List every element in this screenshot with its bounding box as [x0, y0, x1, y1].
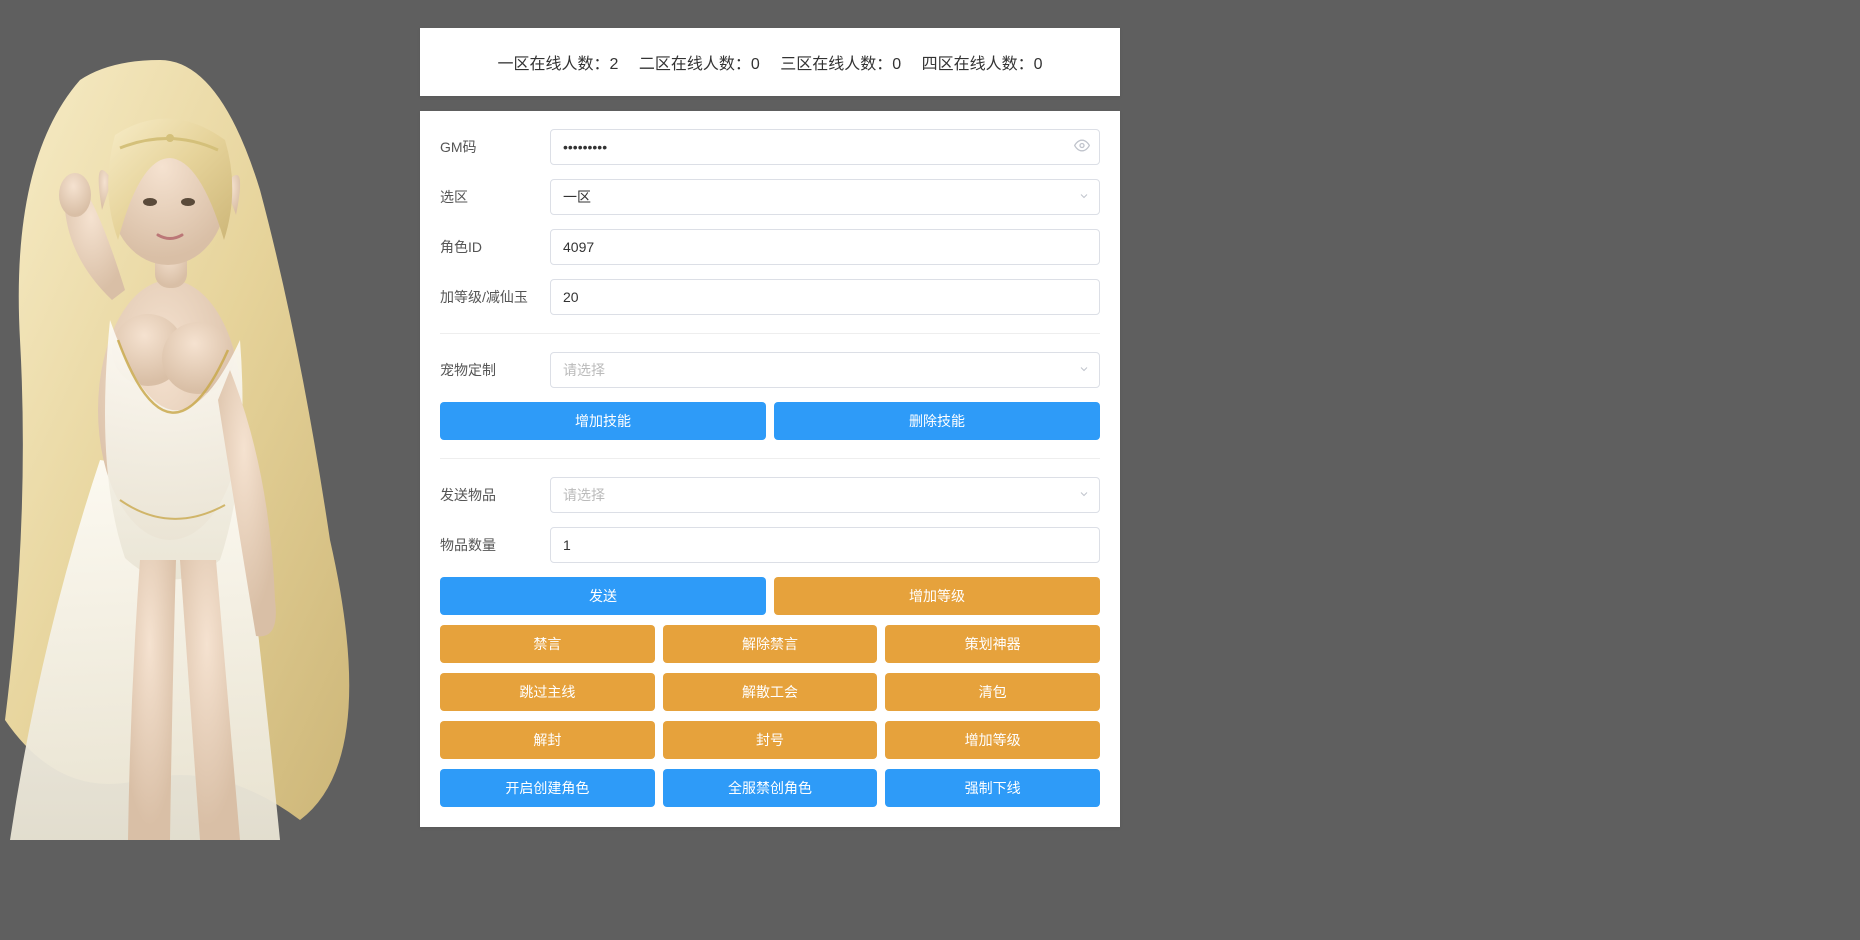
unmute-button[interactable]: 解除禁言 [663, 625, 878, 663]
item-count-input[interactable] [550, 527, 1100, 563]
open-create-role-button[interactable]: 开启创建角色 [440, 769, 655, 807]
item-count-label: 物品数量 [440, 535, 550, 555]
role-id-label: 角色ID [440, 237, 550, 257]
divider [440, 458, 1100, 459]
gm-code-label: GM码 [440, 137, 550, 157]
background-character-image [0, 40, 400, 860]
server-ban-create-button[interactable]: 全服禁创角色 [663, 769, 878, 807]
delete-skill-button[interactable]: 删除技能 [774, 402, 1100, 440]
level-label: 加等级/减仙玉 [440, 287, 550, 307]
role-id-input[interactable] [550, 229, 1100, 265]
add-level2-button[interactable]: 增加等级 [885, 721, 1100, 759]
eye-icon[interactable] [1074, 138, 1090, 157]
pet-select[interactable]: 请选择 [550, 352, 1100, 388]
add-skill-button[interactable]: 增加技能 [440, 402, 766, 440]
zone-select-label: 选区 [440, 187, 550, 207]
zone-select[interactable]: 一区 [550, 179, 1100, 215]
form-panel: GM码 选区 一区 角色ID 加等级/减仙玉 [420, 111, 1120, 827]
plan-artifact-button[interactable]: 策划神器 [885, 625, 1100, 663]
send-item-label: 发送物品 [440, 485, 550, 505]
skip-main-button[interactable]: 跳过主线 [440, 673, 655, 711]
zone3-status: 三区在线人数：0 [780, 56, 901, 73]
online-status-bar: 一区在线人数：2 二区在线人数：0 三区在线人数：0 四区在线人数：0 [420, 28, 1120, 96]
main-panel: 一区在线人数：2 二区在线人数：0 三区在线人数：0 四区在线人数：0 GM码 … [420, 28, 1120, 827]
mute-button[interactable]: 禁言 [440, 625, 655, 663]
send-button[interactable]: 发送 [440, 577, 766, 615]
ban-button[interactable]: 封号 [663, 721, 878, 759]
zone2-status: 二区在线人数：0 [639, 56, 760, 73]
disband-guild-button[interactable]: 解散工会 [663, 673, 878, 711]
clear-bag-button[interactable]: 清包 [885, 673, 1100, 711]
level-input[interactable] [550, 279, 1100, 315]
pet-label: 宠物定制 [440, 360, 550, 380]
send-item-select[interactable]: 请选择 [550, 477, 1100, 513]
gm-code-input[interactable] [550, 129, 1100, 165]
zone4-status: 四区在线人数：0 [922, 56, 1043, 73]
divider [440, 333, 1100, 334]
force-offline-button[interactable]: 强制下线 [885, 769, 1100, 807]
unban-button[interactable]: 解封 [440, 721, 655, 759]
add-level-button[interactable]: 增加等级 [774, 577, 1100, 615]
zone1-status: 一区在线人数：2 [497, 56, 618, 73]
